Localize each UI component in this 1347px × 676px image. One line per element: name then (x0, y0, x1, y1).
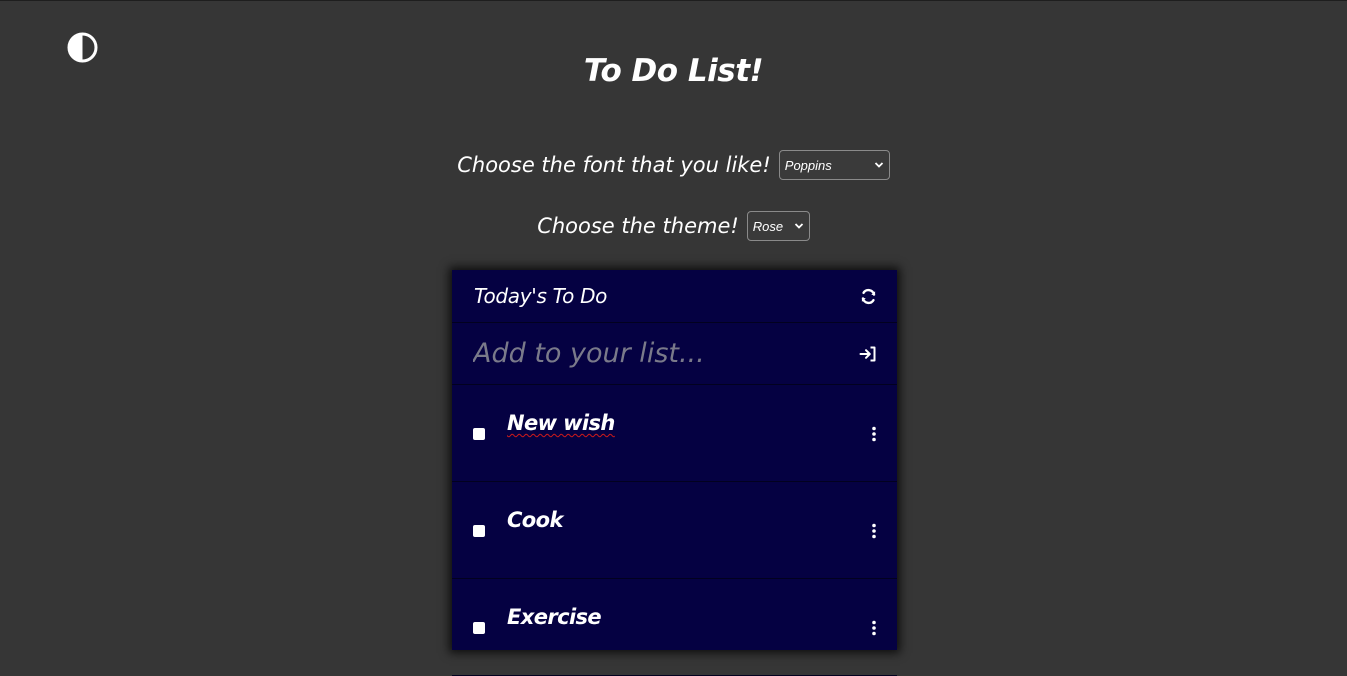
todo-card: Today's To Do New wish (452, 270, 897, 676)
add-item-row (452, 323, 897, 385)
todo-item-label: Exercise (507, 605, 602, 629)
theme-select-value: Rose (752, 218, 784, 234)
todo-item: New wish (452, 385, 897, 482)
vertical-ellipsis-icon[interactable] (870, 523, 878, 539)
font-option-row: Choose the font that you like! Poppins (0, 150, 1347, 180)
todo-item: Cook (452, 482, 897, 579)
theme-select[interactable]: Rose (746, 211, 810, 241)
font-select-value: Poppins (784, 157, 832, 173)
font-select[interactable]: Poppins (778, 150, 890, 180)
todo-checkbox[interactable] (473, 428, 485, 440)
todo-checkbox[interactable] (473, 525, 485, 537)
todo-checkbox[interactable] (473, 622, 485, 634)
vertical-ellipsis-icon[interactable] (870, 426, 878, 442)
page-title: To Do List! (583, 53, 764, 89)
todo-item-label: New wish (507, 411, 615, 435)
theme-option-row: Choose the theme! Rose (0, 211, 1347, 241)
add-item-input[interactable] (473, 338, 833, 369)
theme-option-label: Choose the theme! (537, 214, 739, 238)
todo-item-label: Cook (507, 508, 563, 532)
card-title: Today's To Do (474, 284, 608, 308)
chevron-down-icon (794, 223, 803, 229)
browser-top-border (0, 0, 1347, 1)
font-option-label: Choose the font that you like! (457, 153, 771, 177)
chevron-down-icon (874, 162, 883, 168)
vertical-ellipsis-icon[interactable] (870, 620, 878, 636)
card-header: Today's To Do (452, 270, 897, 323)
refresh-icon[interactable] (859, 287, 877, 305)
sign-in-arrow-icon[interactable] (859, 345, 877, 363)
